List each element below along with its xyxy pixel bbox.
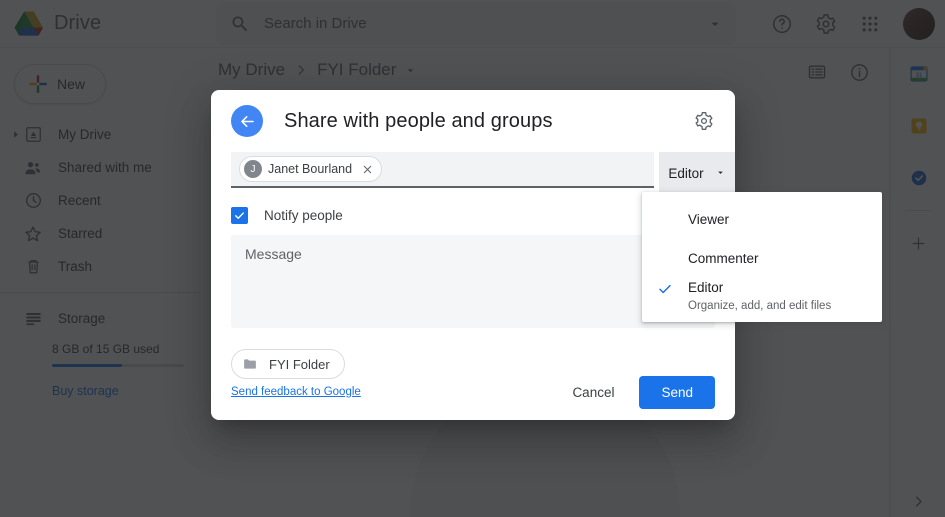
menu-item-label: Commenter: [688, 250, 759, 268]
menu-item-label: Editor: [688, 279, 831, 297]
screen: Drive Search in Drive: [0, 0, 945, 517]
menu-item-texts: Editor Organize, add, and edit files: [678, 278, 831, 322]
chip-avatar: J: [244, 160, 262, 178]
menu-item-description: Organize, add, and edit files: [688, 298, 831, 314]
role-dropdown-menu: Viewer Commenter Editor Organize, add, a…: [642, 192, 882, 322]
back-arrow-icon[interactable]: [231, 105, 263, 137]
role-dropdown-button[interactable]: Editor: [659, 152, 735, 194]
menu-item-editor[interactable]: Editor Organize, add, and edit files: [642, 278, 882, 322]
send-feedback-link[interactable]: Send feedback to Google: [231, 386, 361, 398]
menu-item-viewer[interactable]: Viewer: [642, 200, 882, 239]
check-slot: [652, 200, 678, 203]
close-icon[interactable]: [359, 161, 375, 177]
role-dropdown-label: Editor: [668, 166, 703, 181]
notify-people-checkbox[interactable]: [231, 207, 248, 224]
people-input[interactable]: J Janet Bourland: [231, 152, 654, 188]
caret-down-icon: [715, 166, 726, 181]
cancel-button[interactable]: Cancel: [558, 376, 628, 409]
menu-item-texts: Viewer: [678, 200, 729, 239]
dialog-footer: Send feedback to Google Cancel Send: [211, 364, 735, 420]
person-chip: J Janet Bourland: [239, 156, 382, 182]
menu-item-commenter[interactable]: Commenter: [642, 239, 882, 278]
menu-item-label: Viewer: [688, 211, 729, 229]
notify-people-label: Notify people: [264, 208, 343, 223]
chip-name: Janet Bourland: [268, 162, 352, 176]
gear-icon[interactable]: [689, 106, 719, 136]
check-slot: [652, 239, 678, 242]
menu-item-texts: Commenter: [678, 239, 759, 278]
people-row: J Janet Bourland Editor: [211, 152, 735, 194]
dialog-header: Share with people and groups: [211, 90, 735, 152]
message-placeholder: Message: [245, 246, 302, 262]
check-icon: [652, 278, 678, 297]
dialog-title: Share with people and groups: [284, 110, 689, 133]
send-button[interactable]: Send: [639, 376, 715, 409]
